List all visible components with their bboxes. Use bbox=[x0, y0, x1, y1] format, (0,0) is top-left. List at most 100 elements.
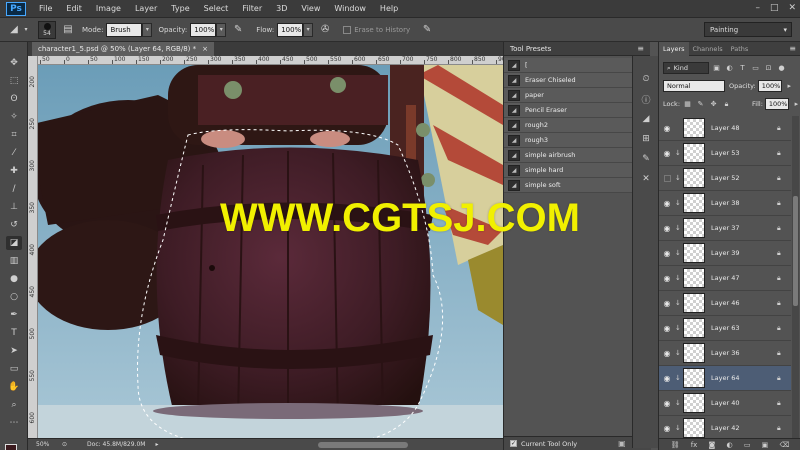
document-canvas[interactable] bbox=[38, 65, 503, 438]
layer-row[interactable]: ◉ Layer 48 🔒︎ bbox=[659, 116, 791, 141]
layer-filter-select[interactable]: ⌕ Kind bbox=[663, 62, 709, 74]
new-preset-icon[interactable]: ▣ bbox=[618, 439, 626, 448]
layer-thumbnail[interactable] bbox=[683, 168, 705, 188]
tool-presets-tab[interactable]: Tool Presets bbox=[510, 45, 551, 53]
filter-smart-icon[interactable]: ⊡ bbox=[763, 63, 774, 74]
brush-icon[interactable]: ∕ bbox=[6, 182, 22, 196]
layer-name[interactable]: Layer 64 bbox=[711, 374, 777, 382]
tool-presets-panel-icon[interactable]: ◢ bbox=[638, 112, 654, 126]
menu-select[interactable]: Select bbox=[197, 4, 236, 13]
opacity-input[interactable]: 100% bbox=[190, 22, 217, 37]
layer-thumbnail[interactable] bbox=[683, 118, 705, 138]
eraser-icon[interactable]: ◪ bbox=[6, 236, 22, 250]
eye-icon[interactable]: ◉ bbox=[659, 349, 675, 358]
chevron-down-icon[interactable]: ▸ bbox=[791, 99, 800, 110]
pressure-size-icon[interactable]: ✎ bbox=[419, 22, 435, 38]
eye-icon[interactable]: ◉ bbox=[659, 324, 675, 333]
preset-item[interactable]: ◢ paper bbox=[504, 88, 651, 103]
layer-row[interactable]: ◉ ↓ Layer 36 🔒︎ bbox=[659, 341, 791, 366]
horizontal-scrollbar[interactable] bbox=[318, 442, 408, 448]
layer-row[interactable]: ◉ ↓ Layer 47 🔒︎ bbox=[659, 266, 791, 291]
path-select-icon[interactable]: ➤ bbox=[6, 344, 22, 358]
fx-icon[interactable]: fx bbox=[691, 441, 698, 449]
filter-shape-icon[interactable]: ▭ bbox=[750, 63, 761, 74]
layer-name[interactable]: Layer 40 bbox=[711, 399, 777, 407]
move-icon[interactable]: ✥ bbox=[6, 56, 22, 70]
lock-all-icon[interactable]: 🔒︎ bbox=[721, 99, 732, 110]
lock-transparency-icon[interactable]: ▦ bbox=[682, 99, 693, 110]
history-brush-icon[interactable]: ↺ bbox=[6, 218, 22, 232]
layer-name[interactable]: Layer 37 bbox=[711, 224, 777, 232]
dodge-icon[interactable]: ○ bbox=[6, 290, 22, 304]
blur-icon[interactable]: ● bbox=[6, 272, 22, 286]
workspace-select[interactable]: Painting ▾ bbox=[704, 22, 792, 37]
panel-menu-icon[interactable]: ≡ bbox=[637, 44, 644, 53]
layer-row[interactable]: ↓ Layer 52 🔒︎ bbox=[659, 166, 791, 191]
zoom-icon[interactable]: ⌕ bbox=[6, 398, 22, 412]
filter-toggle-icon[interactable]: ● bbox=[776, 63, 787, 74]
layer-row[interactable]: ◉ ↓ Layer 42 🔒︎ bbox=[659, 416, 791, 438]
eye-icon[interactable]: ◉ bbox=[659, 199, 675, 208]
scroll-thumb[interactable] bbox=[793, 196, 798, 306]
preset-item[interactable]: ◢ simple soft bbox=[504, 178, 651, 193]
lasso-icon[interactable]: ʘ bbox=[6, 92, 22, 106]
eye-icon[interactable]: ◉ bbox=[659, 424, 675, 433]
eraser-tool-preset-icon[interactable]: ◢ bbox=[6, 22, 22, 38]
eye-icon[interactable]: ◉ bbox=[659, 249, 675, 258]
navigator-panel-icon[interactable]: ⊞ bbox=[638, 132, 654, 146]
airbrush-icon[interactable]: ✇ bbox=[317, 22, 333, 38]
layer-opacity-input[interactable]: 100% bbox=[757, 80, 782, 92]
opacity-slider-icon[interactable]: ▾ bbox=[216, 22, 227, 37]
layer-row[interactable]: ◉ ↓ Layer 38 🔒︎ bbox=[659, 191, 791, 216]
blend-mode-select[interactable]: Normal bbox=[663, 80, 725, 92]
eye-icon[interactable]: ◉ bbox=[659, 124, 675, 133]
eye-icon[interactable]: ◉ bbox=[659, 149, 675, 158]
layer-name[interactable]: Layer 47 bbox=[711, 274, 777, 282]
mode-select[interactable]: Brush bbox=[106, 22, 143, 37]
add-mask-icon[interactable]: ◙ bbox=[709, 441, 716, 449]
zoom-level[interactable]: 50% bbox=[36, 441, 58, 448]
layer-thumbnail[interactable] bbox=[683, 143, 705, 163]
layer-name[interactable]: Layer 48 bbox=[711, 124, 777, 132]
adjustment-layer-icon[interactable]: ◐ bbox=[727, 441, 733, 449]
lock-pixels-icon[interactable]: ✎ bbox=[695, 99, 706, 110]
pen-icon[interactable]: ✒ bbox=[6, 308, 22, 322]
close-icon[interactable]: ✕ bbox=[788, 3, 796, 13]
menu-window[interactable]: Window bbox=[327, 4, 373, 13]
layer-thumbnail[interactable] bbox=[683, 368, 705, 388]
crop-icon[interactable]: ⌗ bbox=[6, 128, 22, 142]
menu-layer[interactable]: Layer bbox=[128, 4, 164, 13]
layer-row[interactable]: ◉ ↓ Layer 63 🔒︎ bbox=[659, 316, 791, 341]
document-tab[interactable]: character1_5.psd @ 50% (Layer 64, RGB/8)… bbox=[32, 42, 214, 56]
layers-scrollbar[interactable] bbox=[792, 116, 799, 438]
menu-help[interactable]: Help bbox=[373, 4, 405, 13]
tab-paths[interactable]: Paths bbox=[727, 42, 753, 56]
preset-item[interactable]: ◢ simple airbrush bbox=[504, 148, 651, 163]
layer-fill-input[interactable]: 100% bbox=[764, 98, 789, 110]
erase-to-history-checkbox[interactable] bbox=[343, 25, 352, 34]
tab-channels[interactable]: Channels bbox=[689, 42, 727, 56]
preset-item[interactable]: ◢ rough3 bbox=[504, 133, 651, 148]
current-tool-only-checkbox[interactable]: ✓ bbox=[510, 440, 517, 447]
menu-view[interactable]: View bbox=[294, 4, 327, 13]
marquee-icon[interactable]: ⬚ bbox=[6, 74, 22, 88]
preset-item[interactable]: ◢ simple hard bbox=[504, 163, 651, 178]
panel-menu-icon[interactable]: ≡ bbox=[789, 44, 796, 53]
info-panel-icon[interactable]: ⓘ bbox=[638, 92, 654, 106]
menu-type[interactable]: Type bbox=[164, 4, 196, 13]
layer-thumbnail[interactable] bbox=[683, 318, 705, 338]
brush-preset-picker[interactable]: 54 bbox=[38, 20, 56, 39]
new-group-icon[interactable]: ▭ bbox=[744, 441, 751, 449]
eye-icon[interactable]: ◉ bbox=[659, 399, 675, 408]
chevron-down-icon[interactable]: ▸ bbox=[784, 81, 795, 92]
clone-stamp-icon[interactable]: ⊥ bbox=[6, 200, 22, 214]
gradient-icon[interactable]: ▥ bbox=[6, 254, 22, 268]
layer-row[interactable]: ◉ ↓ Layer 40 🔒︎ bbox=[659, 391, 791, 416]
new-layer-icon[interactable]: ▣ bbox=[762, 441, 769, 449]
layer-name[interactable]: Layer 53 bbox=[711, 149, 777, 157]
quick-select-icon[interactable]: ✧ bbox=[6, 110, 22, 124]
status-menu-icon[interactable]: ▸ bbox=[155, 441, 158, 448]
trash-icon[interactable]: ⌫ bbox=[779, 441, 789, 449]
layer-name[interactable]: Layer 42 bbox=[711, 424, 777, 432]
eye-icon[interactable]: ◉ bbox=[659, 224, 675, 233]
